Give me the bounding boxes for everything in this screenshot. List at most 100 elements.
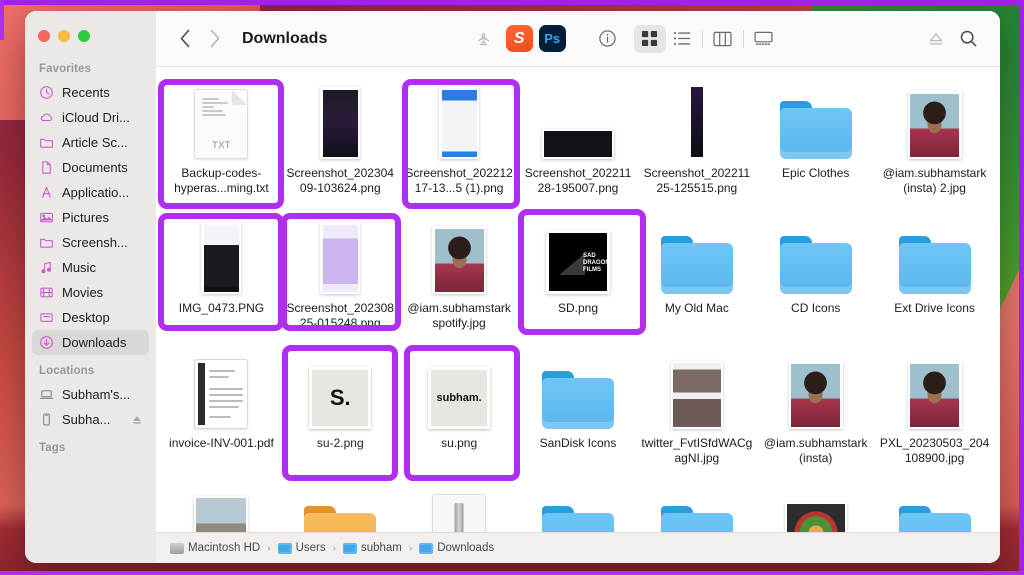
sidebar-item-downloads[interactable]: Downloads — [32, 330, 149, 355]
sidebar-item-icloud-drive[interactable]: iCloud Dri... — [32, 105, 149, 130]
file-name: su.png — [441, 436, 478, 450]
file-name: twitter_FvtISfdWACgagNI.jpg — [641, 436, 753, 465]
info-button[interactable] — [592, 25, 624, 53]
sidebar-item-label: Screensh... — [62, 235, 128, 250]
back-button[interactable] — [170, 24, 200, 54]
file-grid-container[interactable]: TXT Backup-codes-hyperas...ming.txt Scre… — [156, 67, 1000, 532]
file-item[interactable] — [637, 476, 756, 532]
sidebar-item-article-screenshots[interactable]: Article Sc... — [32, 130, 149, 155]
breadcrumb-downloads[interactable]: Downloads — [419, 542, 494, 554]
minimize-button[interactable] — [58, 30, 70, 42]
file-item[interactable]: TXT Backup-codes-hyperas...ming.txt — [162, 71, 281, 206]
sidebar-item-applications[interactable]: Applicatio... — [32, 180, 149, 205]
file-name: Screenshot_20221128-195007.png — [524, 166, 632, 195]
list-view-button[interactable] — [666, 25, 698, 53]
sidebar-item-desktop[interactable]: Desktop — [32, 305, 149, 330]
file-thumbnail — [784, 486, 847, 532]
close-button[interactable] — [38, 30, 50, 42]
file-item[interactable]: SAD DRAGON FILMS SD.png — [519, 206, 638, 341]
file-item[interactable]: PXL_20230503_204108900.jpg — [875, 341, 994, 476]
document-icon — [38, 160, 54, 176]
breadcrumb-subham[interactable]: subham — [342, 542, 402, 554]
sidebar-item-movies[interactable]: Movies — [32, 280, 149, 305]
photoshop-app-icon[interactable]: Ps — [538, 25, 566, 52]
folder-icon — [779, 101, 852, 159]
portrait-photo-thumbnail — [432, 226, 487, 294]
column-view-button[interactable] — [707, 25, 739, 53]
sidebar-item-pictures[interactable]: Pictures — [32, 205, 149, 230]
breadcrumb-label: subham — [360, 542, 402, 554]
sidebar-section-favorites-title: Favorites — [39, 63, 92, 75]
file-item[interactable]: twitter_FvtISfdWACgagNI.jpg — [637, 341, 756, 476]
file-thumbnail — [779, 216, 852, 294]
forward-button[interactable] — [200, 24, 230, 54]
folder-icon — [660, 236, 733, 294]
file-item[interactable] — [400, 476, 519, 532]
file-item[interactable]: @iam.subhamstark (insta) — [756, 341, 875, 476]
file-item[interactable]: @iam.subhamstark spotify.jpg — [400, 206, 519, 341]
toolbar-separator — [742, 29, 744, 48]
sidebar-item-label: Pictures — [62, 210, 109, 225]
file-thumbnail — [320, 216, 361, 294]
file-name: Screenshot_20221125-125515.png — [643, 166, 751, 195]
sidebar-item-subhams-mac[interactable]: Subham's... — [32, 382, 149, 407]
file-name: @iam.subhamstark spotify.jpg — [407, 301, 511, 330]
annotation-border-left — [0, 0, 4, 40]
file-name: Screenshot_20230409-103624.png — [286, 166, 394, 195]
file-item[interactable]: subham. su.png — [400, 341, 519, 476]
file-item[interactable]: CD Icons — [756, 206, 875, 341]
file-item[interactable]: @iam.subhamstark (insta) 2.jpg — [875, 71, 994, 206]
toolbar: Downloads S Ps — [156, 11, 1000, 67]
sidebar-section-tags-title: Tags — [39, 442, 66, 454]
file-thumbnail — [432, 486, 487, 532]
file-thumbnail — [688, 81, 705, 159]
file-thumbnail — [541, 81, 614, 159]
folder-icon: 🎞 — [304, 506, 377, 532]
file-name: @iam.subhamstark (insta) 2.jpg — [882, 166, 987, 195]
sidebar-item-documents[interactable]: Documents — [32, 155, 149, 180]
file-thumbnail — [788, 351, 843, 429]
file-item[interactable]: Screenshot_20221125-125515.png — [637, 71, 756, 206]
breadcrumb-macintosh-hd[interactable]: Macintosh HD — [170, 542, 260, 554]
file-item[interactable]: Screenshot_20230825-015248.png — [281, 206, 400, 341]
gallery-view-button[interactable] — [748, 25, 780, 53]
maximize-button[interactable] — [78, 30, 90, 42]
window-controls[interactable] — [25, 19, 156, 53]
file-item[interactable]: S. su-2.png — [281, 341, 400, 476]
file-item[interactable] — [875, 476, 994, 532]
file-item[interactable]: invoice-INV-001.pdf — [162, 341, 281, 476]
file-item[interactable]: 🎞 — [281, 476, 400, 532]
file-item[interactable] — [756, 476, 875, 532]
sidebar-section-locations-title: Locations — [39, 365, 95, 377]
file-item[interactable] — [162, 476, 281, 532]
sidebar-item-recents[interactable]: Recents — [32, 80, 149, 105]
file-item[interactable]: Screenshot_20221217-13...5 (1).png — [400, 71, 519, 206]
phone-screenshot-thumbnail — [320, 222, 361, 294]
file-name: @iam.subhamstark (insta) — [763, 436, 868, 465]
s-app-icon[interactable]: S — [505, 25, 533, 52]
file-item[interactable]: Screenshot_20230409-103624.png — [281, 71, 400, 206]
airdrop-icon[interactable] — [468, 25, 500, 53]
file-item[interactable]: Epic Clothes — [756, 71, 875, 206]
file-name: Screenshot_20230825-015248.png — [286, 301, 394, 330]
search-icon[interactable] — [952, 25, 984, 53]
phone-screenshot-thumbnail — [439, 87, 480, 159]
file-item[interactable]: IMG_0473.PNG — [162, 206, 281, 341]
file-item[interactable] — [519, 476, 638, 532]
eject-icon[interactable] — [131, 414, 143, 426]
file-name: Backup-codes-hyperas...ming.txt — [174, 166, 269, 195]
sidebar-item-screenshots[interactable]: Screensh... — [32, 230, 149, 255]
sidebar-item-label: Desktop — [62, 310, 110, 325]
file-item[interactable]: SanDisk Icons — [519, 341, 638, 476]
file-item[interactable]: Screenshot_20221128-195007.png — [519, 71, 638, 206]
file-item[interactable]: Ext Drive Icons — [875, 206, 994, 341]
sidebar-item-music[interactable]: Music — [32, 255, 149, 280]
clock-icon — [38, 85, 54, 101]
sidebar-item-subham-iphone[interactable]: Subha... — [32, 407, 149, 432]
file-name: Epic Clothes — [782, 166, 850, 180]
folder-icon — [779, 236, 852, 294]
eject-button[interactable] — [920, 25, 952, 53]
file-item[interactable]: My Old Mac — [637, 206, 756, 341]
breadcrumb-users[interactable]: Users — [277, 542, 326, 554]
icon-view-button[interactable] — [633, 24, 666, 53]
